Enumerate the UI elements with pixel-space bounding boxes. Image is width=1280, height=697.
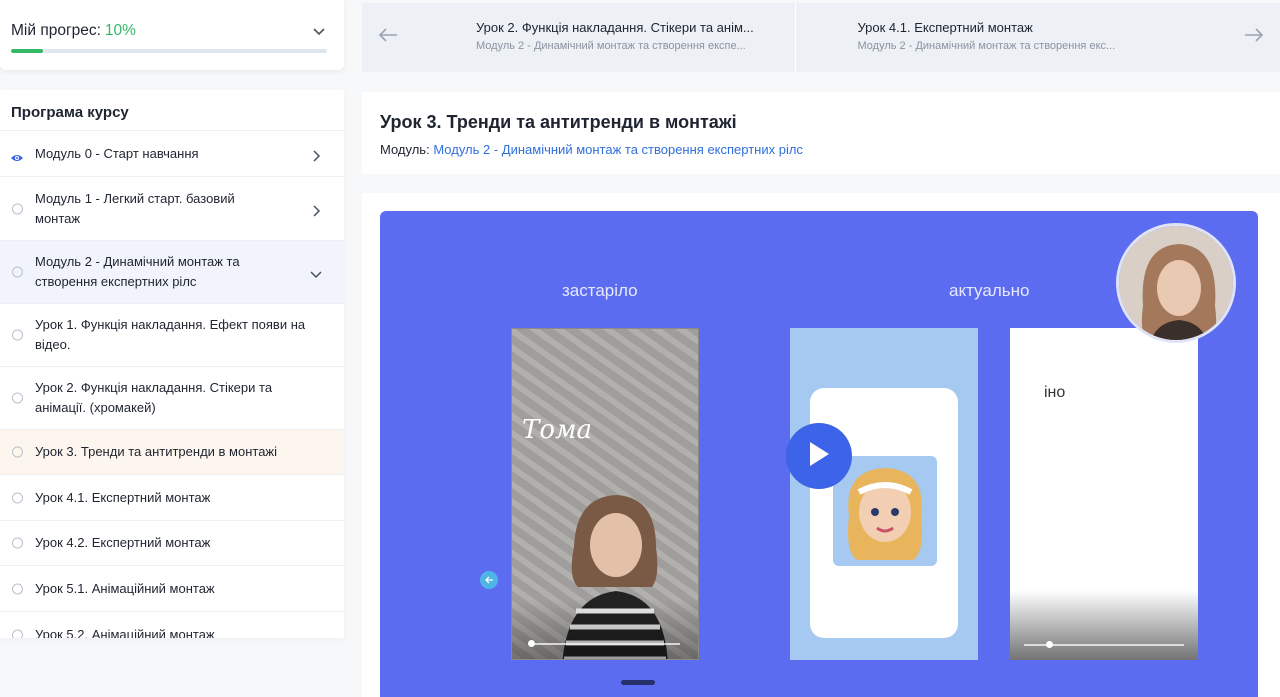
video-frame-actual-2: іно — [1010, 328, 1198, 660]
sidebar-item-lesson-2[interactable]: Урок 2. Функція накладання. Стікери та а… — [0, 367, 344, 430]
lesson-module-link[interactable]: Модуль 2 - Динамічний монтаж та створенн… — [433, 142, 803, 157]
circle-icon — [12, 392, 23, 404]
sidebar-item-label: Урок 4.1. Експертний монтаж — [35, 489, 211, 505]
circle-icon — [12, 492, 23, 503]
sidebar-item-module-1[interactable]: Модуль 1 - Легкий старт. базовий монтаж — [0, 177, 344, 241]
next-lesson-title: Урок 4.1. Експертний монтаж — [857, 20, 1033, 35]
lesson-header: Урок 3. Тренди та антитренди в монтажі М… — [362, 92, 1280, 174]
arrow-right-icon[interactable] — [1244, 27, 1264, 48]
sidebar-item-lesson-4-1[interactable]: Урок 4.1. Експертний монтаж — [0, 475, 344, 521]
sidebar-item-lesson-1[interactable]: Урок 1. Функція накладання. Ефект появи … — [0, 304, 344, 367]
circle-icon — [12, 583, 23, 594]
sidebar-item-label: Урок 5.2. Анімаційний монтаж — [35, 626, 215, 639]
presenter-webcam — [1116, 223, 1236, 343]
chevron-down-icon[interactable] — [310, 266, 322, 279]
play-icon — [807, 440, 831, 473]
sidebar-item-lesson-5-1[interactable]: Урок 5.1. Анімаційний монтаж — [0, 566, 344, 612]
sidebar-item-label: Модуль 1 - Легкий старт. базовий монтаж — [35, 190, 235, 226]
prev-lesson-title: Урок 2. Функція накладання. Стікери та а… — [476, 20, 754, 35]
progress-percent: 10% — [104, 22, 136, 39]
video-drag-handle[interactable] — [621, 680, 655, 685]
sidebar-item-lesson-5-2[interactable]: Урок 5.2. Анімаційний монтаж — [0, 612, 344, 638]
right-phone-text: іно — [1044, 384, 1066, 401]
progress-bar — [11, 49, 327, 53]
lesson-title: Урок 3. Тренди та антитренди в монтажі — [380, 112, 737, 132]
circle-icon — [12, 446, 23, 458]
circle-icon — [12, 266, 23, 278]
progress-label-text: Мій прогрес: — [11, 22, 101, 39]
sidebar-item-module-2[interactable]: Модуль 2 - Динамічний монтаж та створенн… — [0, 241, 344, 304]
next-lesson-arrow[interactable] — [1228, 3, 1280, 72]
course-program-title: Програма курсу — [0, 90, 344, 131]
sidebar-item-label: Модуль 0 - Старт навчання — [35, 145, 199, 161]
progress-card[interactable]: Мій прогрес: 10% — [0, 0, 344, 70]
video-player[interactable]: застаріло актуально Тома іно — [380, 211, 1258, 697]
scribble-text: Тома — [522, 415, 593, 445]
next-lesson-subtitle: Модуль 2 - Динамічний монтаж та створенн… — [857, 40, 1116, 52]
video-label-right: актуально — [949, 281, 1030, 300]
scrubber-handle — [528, 640, 535, 647]
sidebar-item-label: Модуль 2 - Динамічний монтаж та створенн… — [35, 254, 240, 289]
video-scrubber-left — [530, 643, 680, 645]
play-button[interactable] — [786, 423, 852, 489]
circle-icon — [12, 203, 23, 214]
lesson-module: Модуль: Модуль 2 - Динамічний монтаж та … — [380, 142, 1280, 157]
chevron-down-icon[interactable] — [312, 24, 326, 38]
video-label-left: застаріло — [562, 281, 638, 300]
progress-bar-fill — [11, 49, 43, 53]
chevron-right-icon[interactable] — [310, 148, 322, 162]
next-lesson-link[interactable]: Урок 4.1. Експертний монтаж Модуль 2 - Д… — [794, 3, 1229, 72]
back-arrow-icon[interactable] — [480, 571, 498, 589]
circle-icon — [12, 329, 23, 341]
sidebar-item-lesson-3[interactable]: Урок 3. Тренди та антитренди в монтажі — [0, 430, 344, 475]
prev-lesson-subtitle: Модуль 2 - Динамічний монтаж та створенн… — [476, 40, 746, 52]
sidebar-item-module-0[interactable]: Модуль 0 - Старт навчання — [0, 131, 344, 177]
video-frame-outdated: Тома — [511, 328, 699, 660]
sidebar-item-label: Урок 1. Функція накладання. Ефект появи … — [35, 317, 306, 352]
sidebar-item-label: Урок 5.1. Анімаційний монтаж — [35, 580, 215, 596]
circle-icon — [12, 537, 23, 549]
sidebar-item-label: Урок 2. Функція накладання. Стікери та а… — [35, 380, 273, 415]
sticker-avatar — [848, 468, 922, 560]
sidebar-item-label: Урок 4.2. Експертний монтаж — [35, 535, 211, 550]
prev-lesson-link[interactable]: Урок 2. Функція накладання. Стікери та а… — [362, 3, 795, 72]
lesson-module-label: Модуль: — [380, 142, 430, 157]
eye-icon — [10, 149, 24, 161]
sidebar-item-lesson-4-2[interactable]: Урок 4.2. Експертний монтаж — [0, 521, 344, 566]
sidebar-item-label: Урок 3. Тренди та антитренди в монтажі — [35, 444, 278, 459]
progress-label: Мій прогрес: 10% — [11, 22, 136, 40]
circle-icon — [12, 629, 23, 638]
chevron-right-icon[interactable] — [310, 203, 322, 217]
lesson-navigation: Урок 2. Функція накладання. Стікери та а… — [362, 3, 1280, 72]
course-program: Програма курсу Модуль 0 - Старт навчання… — [0, 90, 344, 638]
scrubber-handle — [1046, 641, 1053, 648]
